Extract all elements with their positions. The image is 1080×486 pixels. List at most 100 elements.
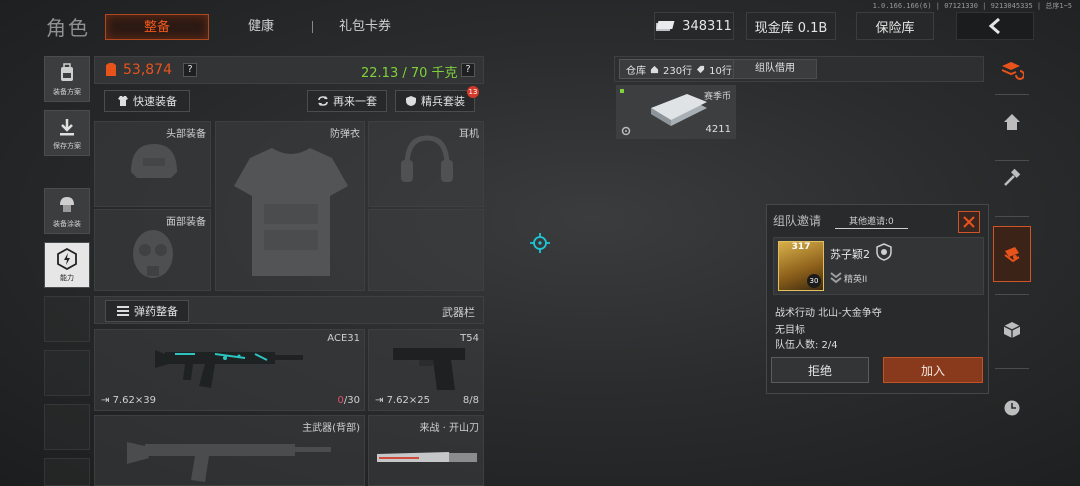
inviter-card: 317 30 苏子颖2 精英II xyxy=(773,237,984,295)
body-armor-slot[interactable]: 防弹衣 xyxy=(215,121,365,291)
ammo-max: /30 xyxy=(343,395,360,406)
page-title: 角色 xyxy=(46,16,90,40)
home-icon xyxy=(650,65,659,73)
value-help-icon[interactable]: ? xyxy=(183,63,197,77)
nav-divider xyxy=(995,368,1029,369)
team-invite-icon xyxy=(1004,247,1020,263)
warehouse-tab[interactable]: 仓库 230行 10行 xyxy=(619,59,739,79)
nav-divider xyxy=(995,294,1029,295)
ability-button[interactable]: 能力 xyxy=(44,242,90,288)
warehouse-rows: 230行 xyxy=(663,65,693,77)
ammo-prep-label: 弹药整备 xyxy=(134,305,178,318)
currency-value: 348311 xyxy=(682,18,732,34)
clock-icon xyxy=(1004,400,1020,416)
empty-tool-slot xyxy=(44,404,90,450)
warehouse-item-season-coin[interactable]: 赛季币 4211 xyxy=(616,85,736,139)
sidearm-slot[interactable]: T54 ⇥ 7.62×25 8/8 xyxy=(368,329,484,411)
helmet-icon xyxy=(131,144,177,178)
layers-refresh-icon xyxy=(1001,62,1024,80)
ammo-type: ⇥ 7.62×25 xyxy=(375,395,430,406)
loadout-plan-button[interactable]: 装备方案 xyxy=(44,56,90,102)
item-count: 4211 xyxy=(705,124,731,135)
tool-label: 能力 xyxy=(60,273,74,282)
nav-layers-refresh[interactable] xyxy=(993,50,1031,90)
elite-set-label: 精兵套装 xyxy=(421,95,465,108)
badge-level: 30 xyxy=(807,274,821,288)
close-icon xyxy=(963,216,975,228)
player-level: 317 xyxy=(791,242,811,252)
quick-equip-label: 快速装备 xyxy=(133,95,177,108)
primary-weapon-slot[interactable]: ACE31 ⇥ 7.62×39 0/30 xyxy=(94,329,365,411)
warehouse-label: 仓库 xyxy=(626,65,646,77)
tab-health[interactable]: 健康 xyxy=(218,14,304,40)
ammo-type-value: 7.62×25 xyxy=(386,395,430,406)
avatar: 317 30 xyxy=(778,241,824,291)
loadout-header: 53,874 ? 22.13 / 70 千克 ? xyxy=(94,56,484,84)
melee-slot[interactable]: 来战 · 开山刀 xyxy=(368,415,484,486)
slot-label: 来战 · 开山刀 xyxy=(419,423,479,434)
ability-icon xyxy=(57,247,77,270)
rifle-silhouette-icon xyxy=(127,442,331,482)
join-button[interactable]: 加入 xyxy=(883,357,983,383)
ammo-count: 8/8 xyxy=(462,395,479,406)
tag-icon xyxy=(696,65,705,73)
tool-label: 装备方案 xyxy=(53,87,81,96)
reject-button[interactable]: 拒绝 xyxy=(771,357,869,383)
team-borrow-tab[interactable]: 组队借用 xyxy=(733,59,817,79)
nav-home[interactable] xyxy=(993,102,1031,142)
loadout-value: 53,874 xyxy=(123,62,172,78)
empty-gear-slot[interactable] xyxy=(368,209,484,291)
safe-box-button[interactable]: 保险库 xyxy=(856,12,934,40)
item-indicator xyxy=(620,89,624,93)
chevron-left-icon xyxy=(988,18,1000,34)
nav-hammer[interactable] xyxy=(993,158,1031,198)
elite-set-button[interactable]: 精兵套装 xyxy=(395,90,475,112)
rifle-icon xyxy=(155,350,303,388)
ammo-count: 0/30 xyxy=(338,395,360,406)
operation-text: 战术行动 北山-大金争夺 xyxy=(775,308,882,319)
back-weapon-slot[interactable]: 主武器(背部) xyxy=(94,415,365,486)
weight-help-icon[interactable]: ? xyxy=(461,63,475,77)
cash-vault-button[interactable]: 现金库 0.1B xyxy=(746,12,836,40)
pistol-icon xyxy=(393,348,465,390)
tool-label: 保存方案 xyxy=(53,141,81,150)
save-plan-button[interactable]: 保存方案 xyxy=(44,110,90,156)
shield-icon xyxy=(406,96,416,106)
crosshair-icon xyxy=(530,233,550,253)
armor-vest-icon xyxy=(234,148,348,276)
version-text: 1.0.166.166(6) | 07121330 | 9213045335 |… xyxy=(872,2,1072,10)
close-button[interactable] xyxy=(958,211,980,233)
back-button[interactable] xyxy=(956,12,1034,40)
rank-chevron-icon xyxy=(830,272,842,284)
nav-team-active[interactable] xyxy=(993,226,1031,282)
quick-equip-button[interactable]: 快速装备 xyxy=(104,90,190,112)
equipment-skin-button[interactable]: 装备涂装 xyxy=(44,188,90,234)
gear-icon xyxy=(621,126,631,136)
currency-display: 348311 xyxy=(654,12,734,40)
right-nav xyxy=(993,50,1033,480)
tab-loadout[interactable]: 整备 xyxy=(105,14,209,40)
other-invites-link[interactable]: 其他邀请:0 xyxy=(835,214,908,229)
download-icon xyxy=(60,118,74,135)
weapon-name: ACE31 xyxy=(327,333,360,344)
player-shield-icon xyxy=(876,243,892,261)
headset-slot[interactable]: 耳机 xyxy=(368,121,484,207)
empty-tool-slot xyxy=(44,458,90,486)
ammo-prep-button[interactable]: 弹药整备 xyxy=(105,300,189,322)
weapon-name: T54 xyxy=(460,333,479,344)
ammo-icon xyxy=(117,306,129,316)
nav-crate[interactable] xyxy=(993,310,1031,350)
player-name: 苏子颖2 xyxy=(830,248,870,261)
crate-icon xyxy=(1003,322,1021,338)
face-gear-slot[interactable]: 面部装备 xyxy=(94,209,211,291)
nav-clock[interactable] xyxy=(993,388,1031,428)
elite-notification-badge: 13 xyxy=(467,86,479,98)
tool-label: 装备涂装 xyxy=(53,219,81,228)
tab-gift-coupons[interactable]: 礼包卡券 xyxy=(322,14,408,40)
gas-mask-icon xyxy=(133,230,173,278)
ammo-type-value: 7.62×39 xyxy=(112,395,156,406)
headset-icon xyxy=(401,135,453,182)
cash-bundle-icon xyxy=(651,94,707,126)
head-gear-slot[interactable]: 头部装备 xyxy=(94,121,211,207)
equip-again-button[interactable]: 再来一套 xyxy=(307,90,387,112)
